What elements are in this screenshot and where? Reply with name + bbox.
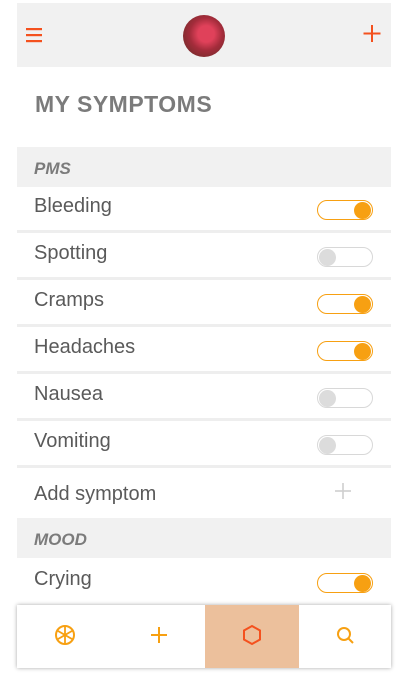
avatar[interactable] <box>183 15 225 57</box>
section-label: PMS <box>34 159 71 178</box>
add-symptom-label: Add symptom <box>34 483 157 505</box>
toggle-knob <box>319 436 336 454</box>
symptom-label: Nausea <box>34 383 103 405</box>
nav-tab-search[interactable] <box>299 605 391 668</box>
symptom-toggle[interactable] <box>317 200 373 220</box>
symptom-row-bleeding: Bleeding <box>17 187 391 233</box>
symptom-label: Crying <box>34 568 92 590</box>
top-bar <box>17 3 391 67</box>
section-label: MOOD <box>34 530 87 549</box>
hamburger-menu-icon[interactable] <box>25 23 45 47</box>
symptom-row-headaches: Headaches <box>17 328 391 374</box>
add-symptom-row[interactable]: Add symptom <box>17 471 391 514</box>
toggle-knob <box>354 342 371 360</box>
hexagon-icon <box>241 624 263 650</box>
page-title: MY SYMPTOMS <box>35 91 213 117</box>
section-header-pms: PMS <box>17 147 391 187</box>
plus-icon <box>148 624 170 650</box>
add-icon[interactable] <box>361 19 383 47</box>
symptom-toggle[interactable] <box>317 247 373 267</box>
symptom-toggle[interactable] <box>317 294 373 314</box>
nav-tab-aperture[interactable] <box>17 605 113 668</box>
toggle-knob <box>354 574 371 592</box>
symptom-row-cramps: Cramps <box>17 281 391 327</box>
toggle-knob <box>354 295 371 313</box>
symptom-row-crying: Crying <box>17 560 391 603</box>
section-header-mood: MOOD <box>17 518 391 558</box>
symptom-label: Headaches <box>34 336 136 358</box>
symptom-label: Vomiting <box>34 430 111 452</box>
symptom-toggle[interactable] <box>317 341 373 361</box>
symptom-toggle[interactable] <box>317 573 373 593</box>
toggle-knob <box>319 389 336 407</box>
aperture-icon <box>54 624 76 650</box>
symptom-label: Spotting <box>34 242 108 264</box>
symptom-toggle[interactable] <box>317 435 373 455</box>
symptom-label: Bleeding <box>34 195 112 217</box>
nav-tab-hexagon[interactable] <box>205 605 299 668</box>
plus-icon[interactable] <box>333 477 353 512</box>
symptom-row-spotting: Spotting <box>17 234 391 280</box>
search-icon <box>334 624 356 650</box>
toggle-knob <box>319 248 336 266</box>
symptom-toggle[interactable] <box>317 388 373 408</box>
app-screen: MY SYMPTOMS PMS Bleeding Spotting Cramps… <box>17 0 391 685</box>
symptom-row-vomiting: Vomiting <box>17 422 391 468</box>
symptom-row-nausea: Nausea <box>17 375 391 421</box>
toggle-knob <box>354 201 371 219</box>
symptom-label: Cramps <box>34 289 105 311</box>
nav-tab-add[interactable] <box>113 605 205 668</box>
bottom-nav <box>17 605 391 668</box>
